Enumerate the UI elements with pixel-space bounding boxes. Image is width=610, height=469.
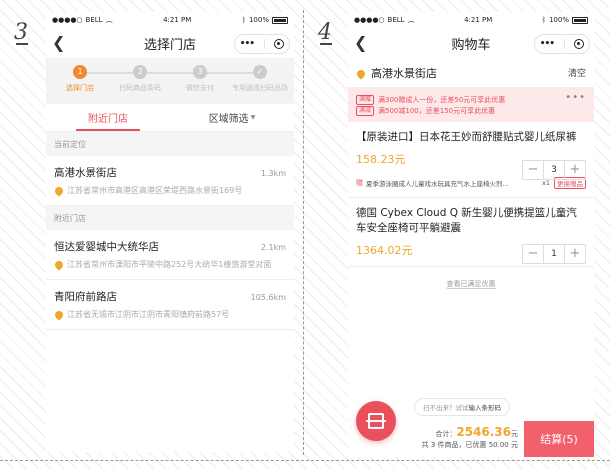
close-target-icon[interactable] <box>574 39 585 49</box>
carrier-label: BELL <box>85 16 103 24</box>
store-tabs: 附近门店 区域筛选 ▼ <box>46 104 294 132</box>
store-item[interactable]: 青阳府前路店 105.6km 江苏省无锡市江阴市江阴市青阳镇府前路57号 <box>46 280 294 330</box>
battery-label: 100% <box>548 16 569 24</box>
store-distance: 105.6km <box>250 293 286 302</box>
scan-hint: 扫不出来？试试输入条形码 <box>414 398 510 416</box>
store-distance: 2.1km <box>260 243 286 252</box>
store-select-screen: ●●●●○ BELL ︵ 4:21 PM ᛒ 100% ❮ 选择门店 ••• 1… <box>46 12 294 452</box>
more-promos-icon[interactable]: ••• <box>565 92 586 103</box>
bluetooth-icon: ᛒ <box>241 16 246 24</box>
enter-barcode-link[interactable]: 输入条形码 <box>469 404 502 412</box>
step-exit: ✓ 专用通道扫码出场 <box>232 65 288 92</box>
cart-summary: 共 3 件商品，已优惠 50.00 元 <box>421 441 518 449</box>
gift-count: x1 <box>542 179 550 187</box>
promo-text: 满500减100，还差150元可享此优惠 <box>378 106 496 115</box>
store-address: 江苏省无锡市江阴市江阴市青阳镇府前路57号 <box>67 310 230 319</box>
step-number-4: 4 <box>318 20 332 45</box>
store-name: 高港水景街店 <box>54 167 117 179</box>
current-location-label: 当前定位 <box>46 132 294 156</box>
tab-nearby-stores[interactable]: 附近门店 <box>46 104 170 131</box>
location-pin-icon <box>53 185 65 197</box>
quantity-value[interactable]: 3 <box>543 161 565 179</box>
wifi-icon: ︵ <box>407 16 415 24</box>
decrease-button[interactable]: − <box>523 245 543 263</box>
cart-item: 【原装进口】日本花王妙而舒腰贴式婴儿纸尿裤 158.23元 − 3 + 赠 夏季… <box>348 122 594 198</box>
step-number-3: 3 <box>14 20 28 45</box>
increase-button[interactable]: + <box>565 245 585 263</box>
shopping-cart-screen: ●●●●○ BELL ︵ 4:21 PM ᛒ 100% ❮ 购物车 ••• 高港… <box>348 12 594 457</box>
store-name: 青阳府前路店 <box>54 291 117 303</box>
store-name: 恒达爱婴城中大统华店 <box>54 241 159 253</box>
step-select-store: 1 选择门店 <box>66 65 94 92</box>
wifi-icon: ︵ <box>105 16 113 24</box>
location-pin-icon <box>355 67 367 80</box>
cart-item: 德国 Cybex Cloud Q 新生婴儿便携提篮儿童汽车安全座椅可平躺避震 1… <box>348 198 594 267</box>
nearby-stores-label: 附近门店 <box>46 206 294 230</box>
promo-tag: 满减 <box>356 105 375 116</box>
promotion-banner: 满赠 满300赠成人一份，还差50元可享此优惠 满减 满500减100，还差15… <box>348 88 594 122</box>
signal-icon: ●●●●○ <box>52 16 83 24</box>
bluetooth-icon: ᛒ <box>541 16 546 24</box>
signal-icon: ●●●●○ <box>354 16 385 24</box>
mini-program-capsule: ••• <box>234 34 290 54</box>
back-icon[interactable]: ❮ <box>354 34 370 52</box>
back-icon[interactable]: ❮ <box>52 34 68 52</box>
status-bar: ●●●●○ BELL ︵ 4:21 PM ᛒ 100% <box>46 12 294 28</box>
vertical-divider <box>303 10 304 455</box>
store-item-current[interactable]: 高港水景街店 1.3km 江苏省常州市高港区高港区荣堤西路水景街169号 <box>46 156 294 206</box>
more-icon[interactable]: ••• <box>240 39 255 49</box>
tab-region-filter[interactable]: 区域筛选 ▼ <box>170 104 294 131</box>
progress-steps: 1 选择门店 2 扫码商品条码 3 微信支付 ✓ 专用通道扫码出场 <box>46 58 294 104</box>
checkout-button[interactable]: 结算(5) <box>524 421 594 457</box>
clock: 4:21 PM <box>163 16 192 24</box>
step-wechat-pay: 3 微信支付 <box>186 65 214 92</box>
gift-text: 夏季游泳圈成人儿童戏水玩具充气水上座椅火烈... <box>366 180 509 188</box>
quantity-stepper: − 3 + <box>522 160 586 180</box>
page-title: 选择门店 <box>143 37 196 53</box>
clear-cart-button[interactable]: 清空 <box>568 66 586 79</box>
clock: 4:21 PM <box>464 16 493 24</box>
cart-totals: 合计：2546.36元 共 3 件商品，已优惠 50.00 元 <box>422 425 518 450</box>
promo-tag: 满赠 <box>356 94 375 105</box>
page-title: 购物车 <box>451 37 491 53</box>
scan-barcode-button[interactable] <box>356 401 396 441</box>
location-pin-icon <box>53 259 65 271</box>
quantity-stepper: − 1 + <box>522 244 586 264</box>
store-distance: 1.3km <box>260 169 286 178</box>
decrease-button[interactable]: − <box>523 161 543 179</box>
nav-bar: ❮ 购物车 ••• <box>348 28 594 58</box>
see-fulfilled-link[interactable]: 查看已满足优惠 <box>348 279 594 289</box>
chevron-down-icon: ▼ <box>250 114 256 121</box>
total-label: 合计： <box>435 430 457 438</box>
battery-icon <box>571 16 588 24</box>
promo-text: 满300赠成人一份，还差50元可享此优惠 <box>378 95 506 104</box>
horizontal-divider <box>0 460 610 461</box>
gift-icon: 赠 <box>356 179 363 187</box>
item-title[interactable]: 【原装进口】日本花王妙而舒腰贴式婴儿纸尿裤 <box>356 130 586 145</box>
carrier-label: BELL <box>387 16 405 24</box>
cart-store-bar: 高港水景街店 清空 <box>348 58 594 88</box>
battery-icon <box>271 16 288 24</box>
location-pin-icon <box>53 309 65 321</box>
item-title[interactable]: 德国 Cybex Cloud Q 新生婴儿便携提篮儿童汽车安全座椅可平躺避震 <box>356 206 586 236</box>
quantity-value[interactable]: 1 <box>543 245 565 263</box>
store-address: 江苏省常州市溧阳市平陵中路252号大统华1楼悠游堂对面 <box>67 260 272 269</box>
cart-store-name: 高港水景街店 <box>371 66 437 80</box>
mini-program-capsule: ••• <box>534 34 590 54</box>
store-item[interactable]: 恒达爱婴城中大统华店 2.1km 江苏省常州市溧阳市平陵中路252号大统华1楼悠… <box>46 230 294 280</box>
status-bar: ●●●●○ BELL ︵ 4:21 PM ᛒ 100% <box>348 12 594 28</box>
promo-line: 满减 满500减100，还差150元可享此优惠 <box>356 105 586 116</box>
total-amount: 2546.36 <box>456 425 511 439</box>
nav-bar: ❮ 选择门店 ••• <box>46 28 294 58</box>
store-address: 江苏省常州市高港区高港区荣堤西路水景街169号 <box>67 186 243 195</box>
increase-button[interactable]: + <box>565 161 585 179</box>
close-target-icon[interactable] <box>274 39 285 49</box>
battery-label: 100% <box>248 16 269 24</box>
promo-line: 满赠 满300赠成人一份，还差50元可享此优惠 <box>356 94 586 105</box>
step-scan-barcode: 2 扫码商品条码 <box>119 65 161 92</box>
more-icon[interactable]: ••• <box>540 39 555 49</box>
total-unit: 元 <box>511 430 518 438</box>
